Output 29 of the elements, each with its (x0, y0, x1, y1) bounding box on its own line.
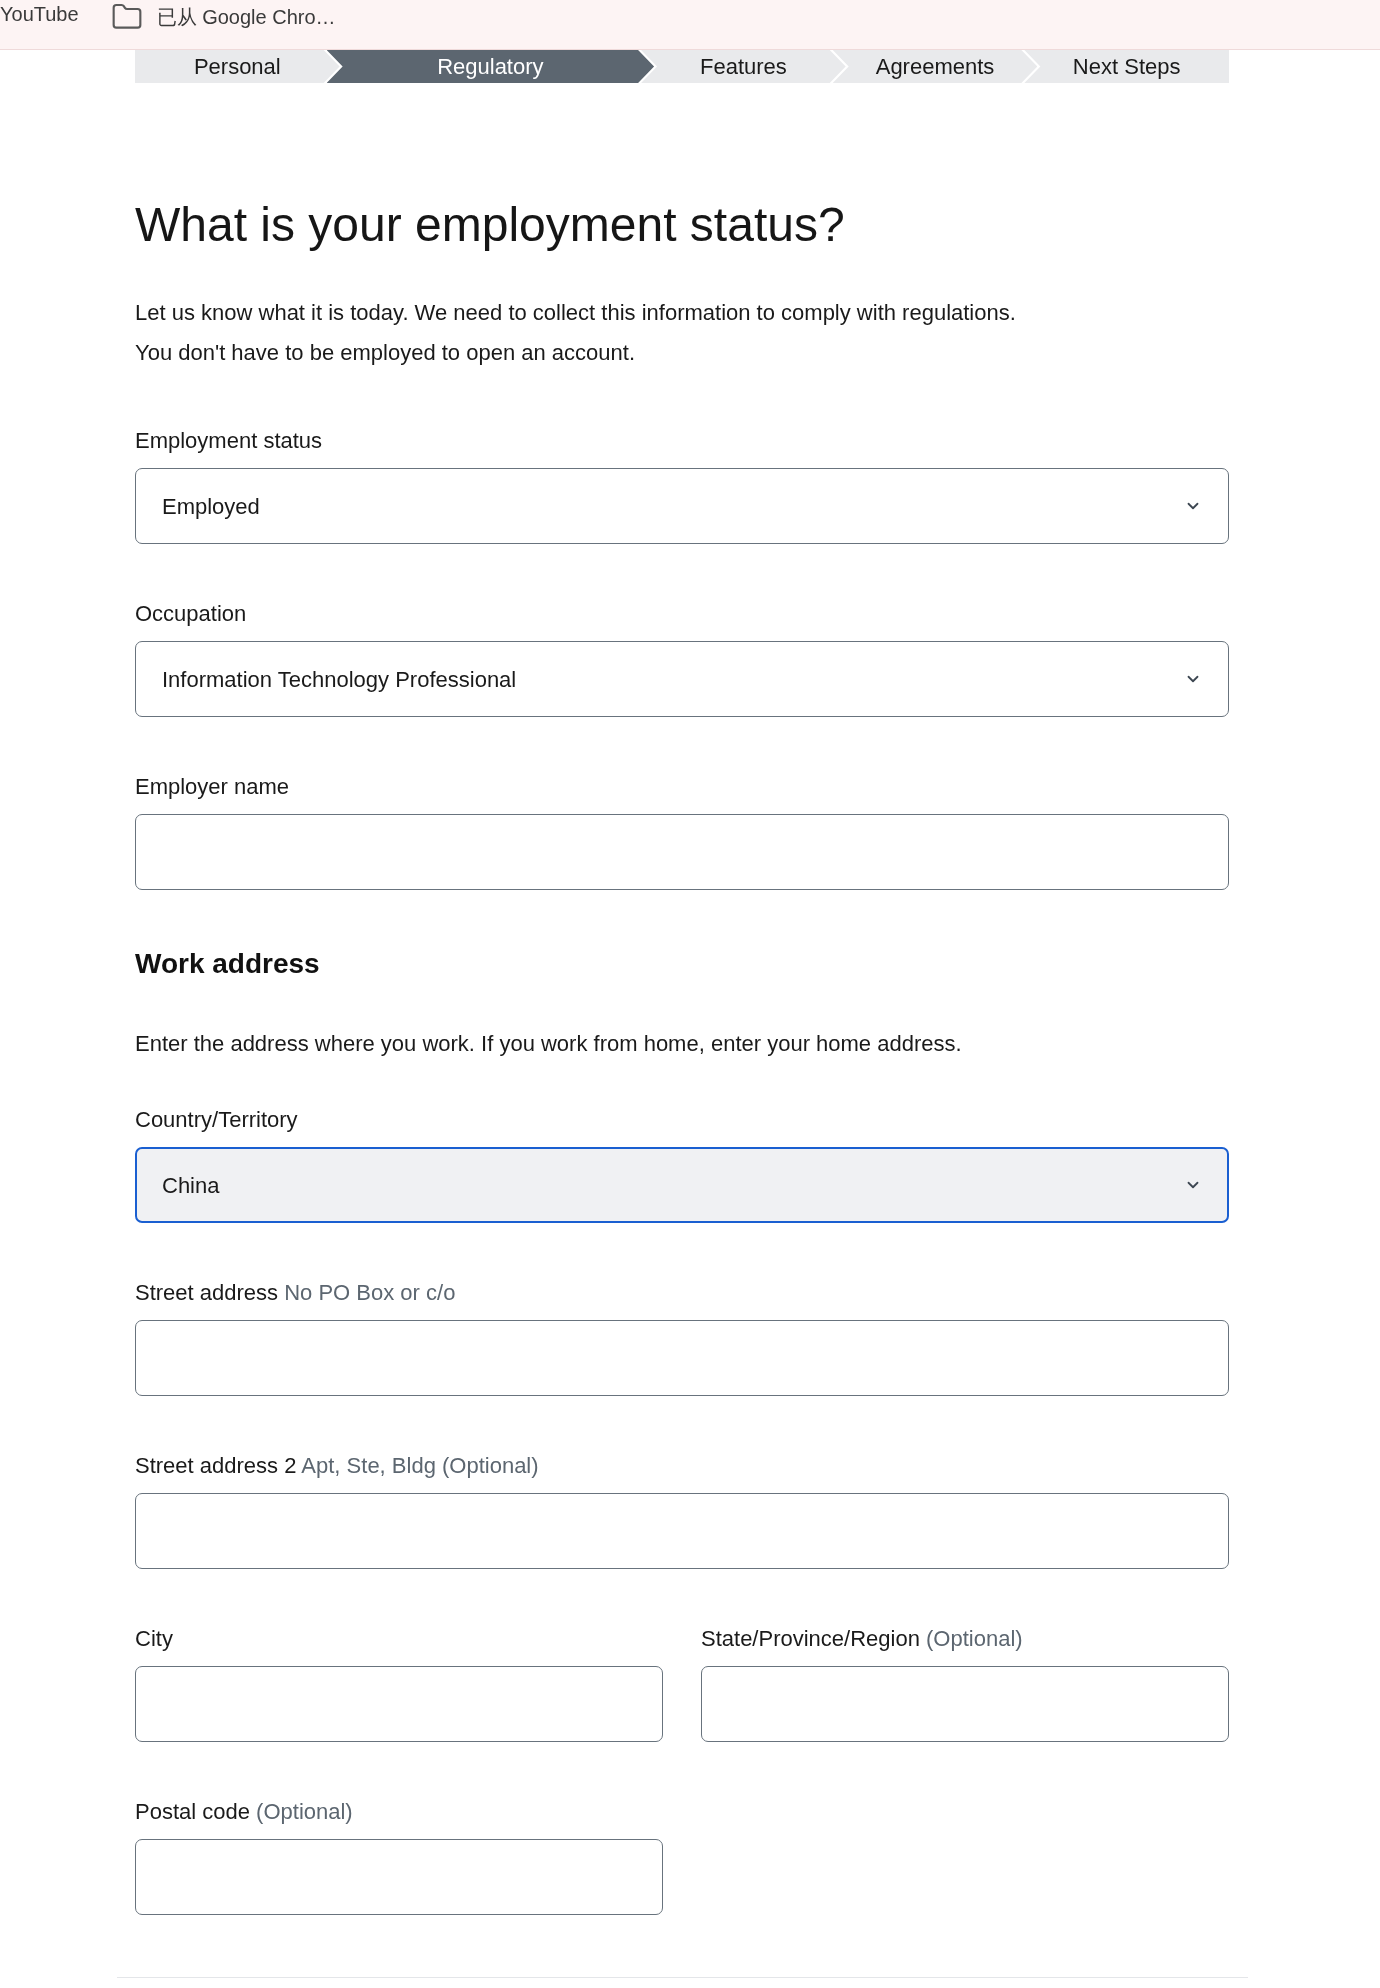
field-label: Street address 2 Apt, Ste, Bldg (Optional) (135, 1452, 539, 1480)
input-field[interactable] (701, 1666, 1229, 1742)
section-heading: Work address (135, 947, 321, 981)
field-label: Employment status (135, 427, 323, 455)
progress-step: Next Steps (1024, 50, 1229, 83)
field-label: Street address No PO Box or c/o (135, 1279, 456, 1307)
field-label: Employer name (135, 773, 290, 801)
page-heading: What is your employment status? (135, 197, 846, 253)
progress-step: Features (641, 50, 846, 83)
section-description: Enter the address where you work. If you work from home, enter your home address. (135, 1030, 963, 1058)
progress-step: Regulatory (326, 50, 655, 83)
dropdown-field[interactable]: Information Technology Professional (135, 641, 1229, 717)
progress-step: Agreements (832, 50, 1038, 83)
field-label: State/Province/Region (Optional) (701, 1625, 1023, 1653)
field-label: Occupation (135, 600, 247, 628)
input-field[interactable] (135, 814, 1229, 890)
input-field[interactable] (135, 1493, 1229, 1569)
progress-step: Personal (135, 50, 340, 83)
bookmark-link[interactable]: YouTube (0, 1, 79, 27)
bookmark-folder[interactable]: 已从 Google Chro… (110, 1, 336, 33)
intro-text: Let us know what it is today. We need to collect this information to comply with regulations. You don't have to be employed to open an account. (135, 299, 1017, 367)
input-field[interactable] (135, 1839, 663, 1915)
field-label: Country/Territory (135, 1106, 298, 1134)
field-label: Postal code (Optional) (135, 1798, 353, 1826)
field-label: City (135, 1625, 173, 1653)
dropdown-field[interactable]: China (135, 1147, 1229, 1223)
dropdown-field[interactable]: Employed (135, 468, 1229, 544)
input-field[interactable] (135, 1320, 1229, 1396)
input-field[interactable] (135, 1666, 663, 1742)
